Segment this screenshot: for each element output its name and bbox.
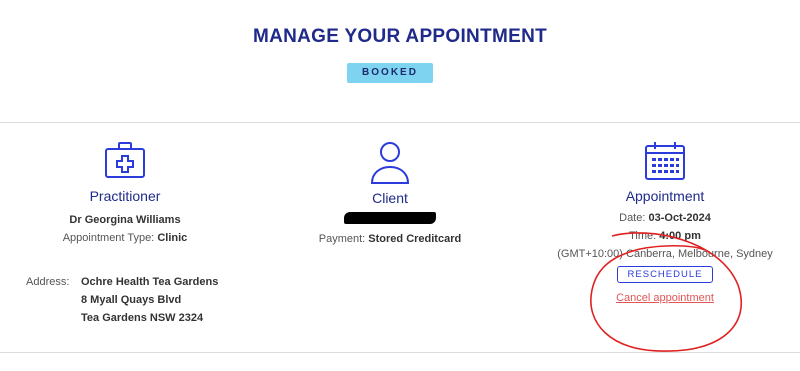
client-name-redacted — [344, 212, 436, 224]
appointment-type-row: Appointment Type: Clinic — [30, 232, 220, 244]
user-icon — [370, 142, 410, 184]
address-line-1: Ochre Health Tea Gardens — [81, 276, 219, 288]
payment-value: Stored Creditcard — [368, 233, 462, 245]
status-badge: BOOKED — [347, 63, 433, 83]
address-line-3: Tea Gardens NSW 2324 — [81, 312, 204, 324]
appointment-section: Appointment Date: 03-Oct-2024 Time: 4:00… — [525, 140, 800, 304]
divider-bottom — [0, 352, 800, 353]
calendar-icon — [645, 142, 685, 180]
address-line-2: 8 Myall Quays Blvd — [81, 294, 182, 306]
appointment-heading: Appointment — [625, 188, 705, 204]
page-title: MANAGE YOUR APPOINTMENT — [252, 26, 548, 47]
date-row: Date: 03-Oct-2024 — [525, 212, 800, 224]
client-section: Client Payment: Stored Creditcard — [290, 140, 490, 245]
practitioner-name: Dr Georgina Williams — [69, 214, 181, 226]
cancel-appointment-link[interactable]: Cancel appointment — [525, 292, 800, 304]
time-value: 4:00 pm — [659, 230, 701, 242]
medical-kit-icon — [105, 142, 145, 178]
practitioner-heading: Practitioner — [89, 188, 161, 204]
reschedule-button[interactable]: RESCHEDULE — [616, 266, 714, 283]
address-label: Address: — [26, 276, 70, 288]
payment-row: Payment: Stored Creditcard — [290, 233, 490, 245]
divider-top — [0, 122, 800, 123]
client-heading: Client — [372, 190, 408, 206]
timezone: (GMT+10:00) Canberra, Melbourne, Sydney — [557, 248, 773, 260]
practitioner-section: Practitioner Dr Georgina Williams Appoin… — [30, 140, 220, 244]
appointment-type-value: Clinic — [157, 232, 188, 244]
date-label: Date: — [619, 212, 646, 224]
time-row: Time: 4:00 pm — [525, 230, 800, 242]
payment-label: Payment: — [318, 233, 366, 245]
date-value: 03-Oct-2024 — [648, 212, 711, 224]
time-label: Time: — [629, 230, 657, 242]
appointment-type-label: Appointment Type: — [62, 232, 155, 244]
